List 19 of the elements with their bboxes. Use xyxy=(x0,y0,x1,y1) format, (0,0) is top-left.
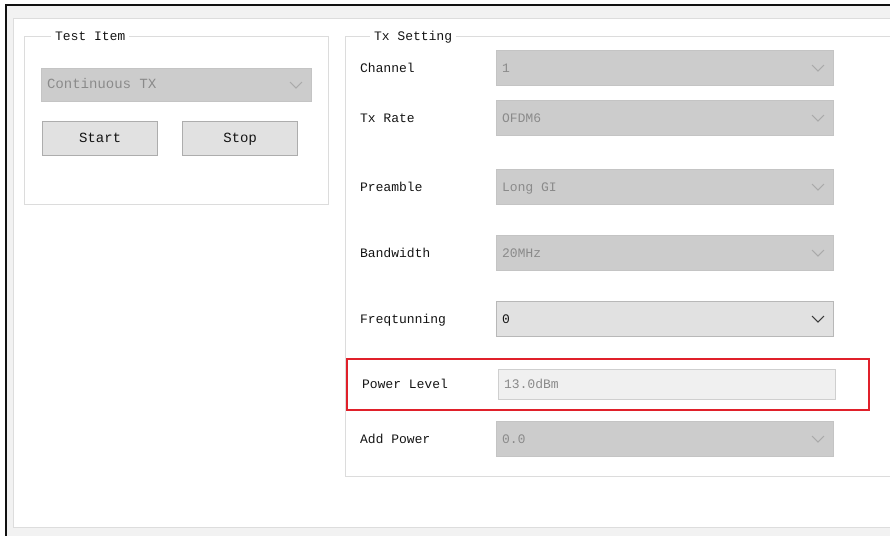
start-button[interactable]: Start xyxy=(42,121,158,156)
field-label: Add Power xyxy=(360,432,432,446)
group-title: Tx Setting xyxy=(373,29,454,44)
field-label: Power Level xyxy=(362,377,449,392)
dropdown[interactable]: 0 xyxy=(496,301,834,337)
chevron-down-icon xyxy=(811,114,825,122)
chevron-down-icon xyxy=(289,81,303,89)
stop-button[interactable]: Stop xyxy=(182,121,298,156)
chevron-down-icon xyxy=(811,435,825,443)
chevron-down-icon xyxy=(811,183,825,191)
group-title: Test Item xyxy=(54,29,126,44)
chevron-down-icon xyxy=(811,64,825,72)
field-label: Preamble xyxy=(360,180,424,194)
field-label: Bandwidth xyxy=(360,246,432,260)
chevron-down-icon xyxy=(811,315,825,323)
field-label: Channel xyxy=(360,60,416,76)
field-label: Tx Rate xyxy=(360,110,416,126)
field-label: Freqtunning xyxy=(360,312,447,326)
chevron-down-icon xyxy=(811,249,825,257)
